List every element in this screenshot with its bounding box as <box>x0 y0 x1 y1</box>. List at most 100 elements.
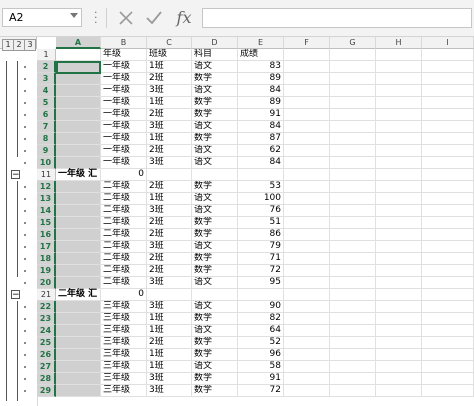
cell-h18[interactable] <box>376 253 422 265</box>
cell-f11[interactable] <box>284 169 330 181</box>
cell-e13[interactable]: 100 <box>238 193 284 205</box>
cell-f25[interactable] <box>284 337 330 349</box>
cell-i12[interactable] <box>422 181 474 193</box>
cell-h6[interactable] <box>376 109 422 121</box>
cell-d14[interactable]: 语文 <box>192 205 238 217</box>
cell-a22[interactable] <box>56 301 101 313</box>
cell-c24[interactable]: 1班 <box>147 325 192 337</box>
cell-h14[interactable] <box>376 205 422 217</box>
row-header-5[interactable]: 5 <box>37 97 56 109</box>
cell-h9[interactable] <box>376 145 422 157</box>
cell-g15[interactable] <box>330 217 376 229</box>
cell-c25[interactable]: 2班 <box>147 337 192 349</box>
collapse-group-button[interactable]: − <box>11 170 20 180</box>
cell-g26[interactable] <box>330 349 376 361</box>
column-header-f[interactable]: F <box>284 37 330 49</box>
row-header-6[interactable]: 6 <box>37 109 56 121</box>
cell-h28[interactable] <box>376 373 422 385</box>
cell-b23[interactable]: 三年级 <box>101 313 147 325</box>
cell-c12[interactable]: 2班 <box>147 181 192 193</box>
cell-h16[interactable] <box>376 229 422 241</box>
cell-h2[interactable] <box>376 61 422 73</box>
cell-g19[interactable] <box>330 265 376 277</box>
cell-d24[interactable]: 语文 <box>192 325 238 337</box>
cell-a14[interactable] <box>56 205 101 217</box>
cell-f17[interactable] <box>284 241 330 253</box>
cell-a23[interactable] <box>56 313 101 325</box>
cell-d1[interactable]: 科目 <box>192 49 238 61</box>
cell-g10[interactable] <box>330 157 376 169</box>
cell-i24[interactable] <box>422 325 474 337</box>
cell-f3[interactable] <box>284 73 330 85</box>
cell-h20[interactable] <box>376 277 422 289</box>
cell-i19[interactable] <box>422 265 474 277</box>
cell-g9[interactable] <box>330 145 376 157</box>
cell-a26[interactable] <box>56 349 101 361</box>
cell-a12[interactable] <box>56 181 101 193</box>
row-header-1[interactable]: 1 <box>37 49 56 61</box>
cell-b27[interactable]: 三年级 <box>101 361 147 373</box>
row-header-26[interactable]: 26 <box>37 349 56 361</box>
cell-b9[interactable]: 一年级 <box>101 145 147 157</box>
cell-h7[interactable] <box>376 121 422 133</box>
cell-f1[interactable] <box>284 49 330 61</box>
cell-b21[interactable]: 0 <box>101 289 147 301</box>
cell-g7[interactable] <box>330 121 376 133</box>
cell-e10[interactable]: 84 <box>238 157 284 169</box>
cell-i6[interactable] <box>422 109 474 121</box>
cell-g28[interactable] <box>330 373 376 385</box>
cell-a19[interactable] <box>56 265 101 277</box>
cell-a1[interactable] <box>56 49 101 61</box>
cell-i13[interactable] <box>422 193 474 205</box>
cell-a4[interactable] <box>56 85 101 97</box>
cell-a11[interactable]: 一年级 汇 <box>56 169 101 181</box>
cell-i18[interactable] <box>422 253 474 265</box>
cell-a17[interactable] <box>56 241 101 253</box>
cell-e23[interactable]: 82 <box>238 313 284 325</box>
cell-f29[interactable] <box>284 385 330 397</box>
cell-g6[interactable] <box>330 109 376 121</box>
cell-d11[interactable] <box>192 169 238 181</box>
row-header-2[interactable]: 2 <box>37 61 56 73</box>
cell-i14[interactable] <box>422 205 474 217</box>
cell-f9[interactable] <box>284 145 330 157</box>
cell-c17[interactable]: 3班 <box>147 241 192 253</box>
cell-c1[interactable]: 班级 <box>147 49 192 61</box>
cell-a21[interactable]: 二年级 汇 <box>56 289 101 301</box>
cell-b22[interactable]: 三年级 <box>101 301 147 313</box>
cell-b7[interactable]: 一年级 <box>101 121 147 133</box>
cell-b26[interactable]: 三年级 <box>101 349 147 361</box>
cell-b12[interactable]: 二年级 <box>101 181 147 193</box>
cell-g27[interactable] <box>330 361 376 373</box>
cell-a15[interactable] <box>56 217 101 229</box>
cell-h12[interactable] <box>376 181 422 193</box>
cell-e14[interactable]: 76 <box>238 205 284 217</box>
cell-e16[interactable]: 86 <box>238 229 284 241</box>
cell-a13[interactable] <box>56 193 101 205</box>
cell-h4[interactable] <box>376 85 422 97</box>
cell-b6[interactable]: 一年级 <box>101 109 147 121</box>
cell-i15[interactable] <box>422 217 474 229</box>
cell-e3[interactable]: 89 <box>238 73 284 85</box>
cell-c10[interactable]: 3班 <box>147 157 192 169</box>
cell-e2[interactable]: 83 <box>238 61 284 73</box>
cell-g4[interactable] <box>330 85 376 97</box>
cell-e24[interactable]: 64 <box>238 325 284 337</box>
more-options-icon[interactable]: · · · <box>94 7 98 28</box>
cell-f28[interactable] <box>284 373 330 385</box>
chevron-down-icon[interactable] <box>70 13 78 18</box>
cell-c6[interactable]: 2班 <box>147 109 192 121</box>
row-header-28[interactable]: 28 <box>37 373 56 385</box>
cell-f12[interactable] <box>284 181 330 193</box>
cell-g20[interactable] <box>330 277 376 289</box>
cell-d12[interactable]: 数学 <box>192 181 238 193</box>
cell-f7[interactable] <box>284 121 330 133</box>
row-header-29[interactable]: 29 <box>37 385 56 397</box>
cell-e20[interactable]: 95 <box>238 277 284 289</box>
cell-b3[interactable]: 一年级 <box>101 73 147 85</box>
cell-c18[interactable]: 2班 <box>147 253 192 265</box>
cell-a10[interactable] <box>56 157 101 169</box>
cell-f26[interactable] <box>284 349 330 361</box>
cell-c9[interactable]: 2班 <box>147 145 192 157</box>
row-header-3[interactable]: 3 <box>37 73 56 85</box>
